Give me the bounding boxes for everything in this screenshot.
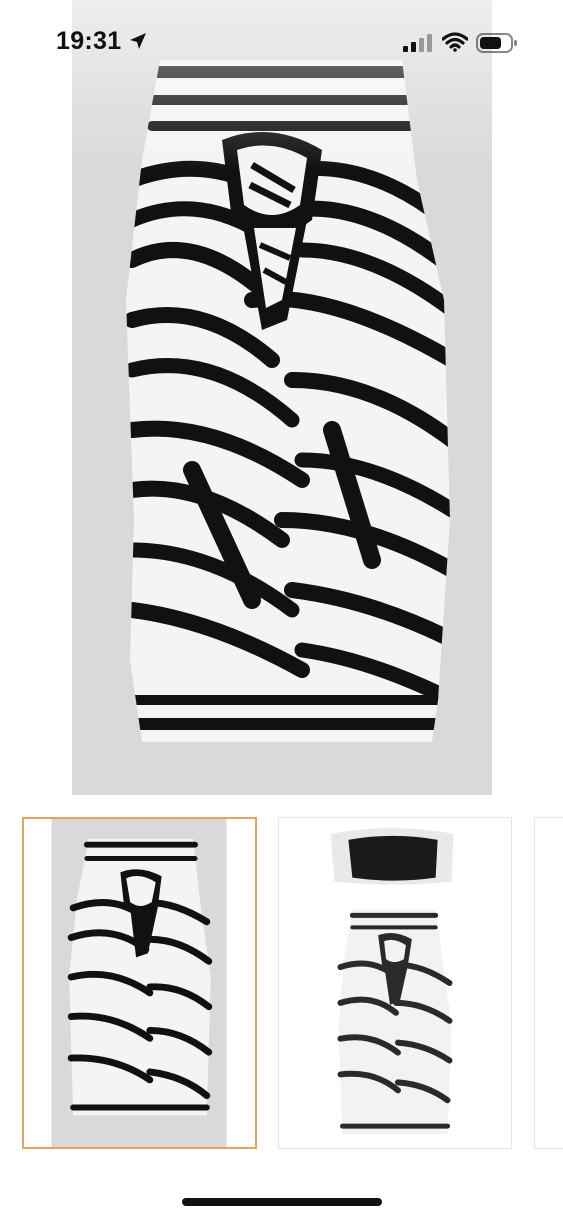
location-arrow-icon — [130, 33, 146, 49]
status-bar: 19:31 — [0, 0, 563, 84]
thumbnail-3-partial[interactable] — [534, 817, 563, 1149]
wifi-icon — [442, 32, 468, 52]
thumbnail-2[interactable] — [278, 817, 512, 1149]
thumbnail-sarong-image — [24, 819, 255, 1147]
home-indicator[interactable] — [182, 1198, 382, 1206]
thumbnail-outfit-image — [279, 818, 511, 1148]
cellular-signal-icon — [403, 34, 432, 52]
battery-icon — [476, 33, 517, 53]
sarong-illustration — [72, 0, 492, 795]
thumbnail-strip[interactable] — [0, 817, 563, 1151]
status-time: 19:31 — [56, 27, 122, 55]
close-icon[interactable] — [38, 100, 70, 132]
main-product-image[interactable] — [72, 0, 492, 795]
thumbnail-1-selected[interactable] — [22, 817, 257, 1149]
